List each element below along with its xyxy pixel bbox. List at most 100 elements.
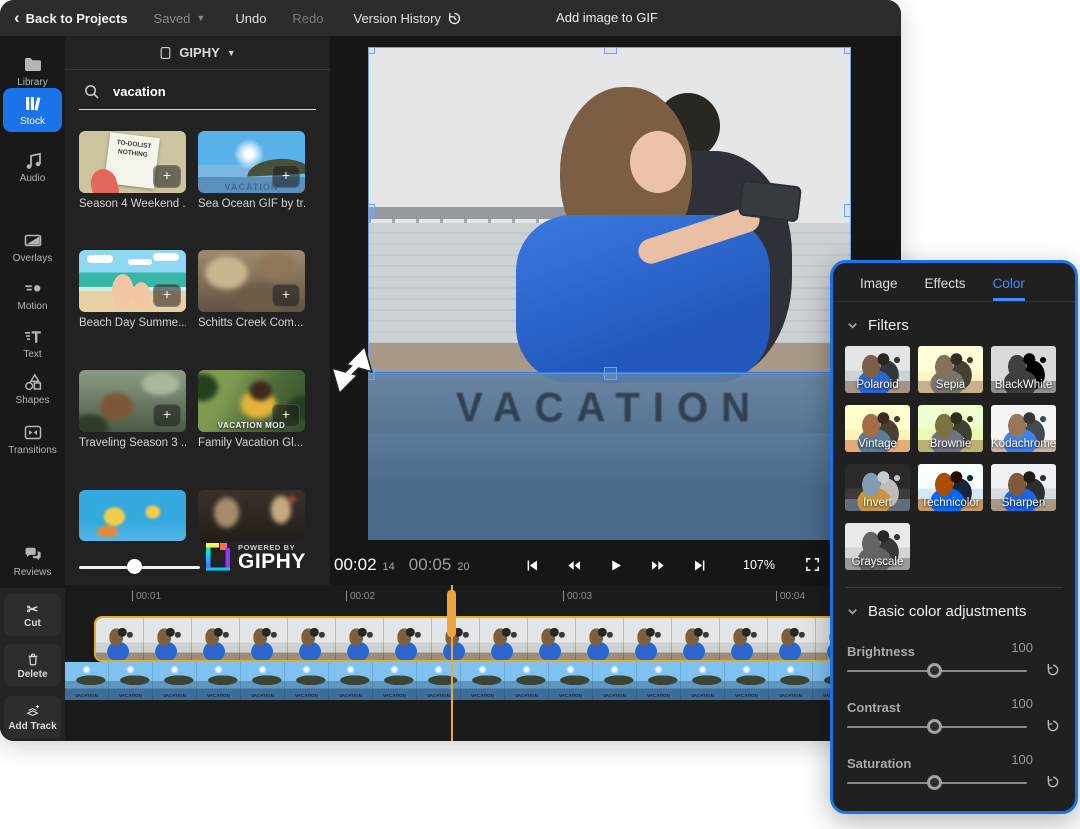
- sidebar-item-stock[interactable]: Stock: [3, 88, 62, 132]
- stock-source-dropdown[interactable]: GIPHY ▼: [65, 36, 330, 70]
- gif-card[interactable]: VACATION MOD + Family Vacation Gl...: [198, 370, 305, 449]
- contrast-slider-knob[interactable]: [927, 719, 942, 734]
- filmstrip-frame: [624, 618, 672, 660]
- sidebar-item-audio[interactable]: Audio: [0, 144, 65, 184]
- time-display: 00:02 14 00:05 20: [334, 545, 470, 585]
- gif-card[interactable]: + Traveling Season 3 ...: [79, 370, 186, 449]
- brightness-reset-button[interactable]: [1045, 662, 1061, 678]
- gif-thumbnail: [79, 490, 186, 541]
- sidebar-item-transitions[interactable]: Transitions: [0, 416, 65, 456]
- playhead[interactable]: [447, 590, 456, 637]
- tool-label: Add Track: [8, 721, 56, 732]
- delete-button[interactable]: Delete: [4, 644, 61, 686]
- video-clip[interactable]: [94, 616, 838, 662]
- cut-button[interactable]: ✂ Cut: [4, 594, 61, 636]
- filter-brownie[interactable]: Brownie: [918, 405, 983, 452]
- gif-card[interactable]: + Schitts Creek Com...: [198, 250, 305, 329]
- zoom-level[interactable]: 107%: [743, 545, 775, 585]
- tab-color[interactable]: Color: [993, 276, 1025, 301]
- filter-polaroid[interactable]: Polaroid: [845, 346, 910, 393]
- gif-card-label: Schitts Creek Com...: [198, 317, 305, 329]
- undo-button[interactable]: Undo: [235, 11, 266, 26]
- sidebar-item-motion[interactable]: Motion: [0, 272, 65, 312]
- gif-card[interactable]: [79, 490, 186, 541]
- add-track-button[interactable]: Add Track: [4, 696, 61, 738]
- top-bar: ‹ Back to Projects Saved ▼ Undo Redo Ver…: [0, 0, 901, 36]
- gif-card[interactable]: [198, 490, 305, 541]
- saturation-reset-button[interactable]: [1045, 774, 1061, 790]
- brightness-slider-knob[interactable]: [927, 663, 942, 678]
- filmstrip-frame: [432, 618, 480, 660]
- books-icon: [23, 93, 43, 113]
- timeline[interactable]: 00:01 00:02 00:03 00:04 VACATION VACATIO…: [65, 585, 901, 741]
- gif-card[interactable]: + Beach Day Summe...: [79, 250, 186, 329]
- vacation-gif-overlay[interactable]: VACATION: [368, 372, 851, 540]
- gif-clip-frame: VACATION: [329, 662, 373, 700]
- gif-clip-frame: VACATION: [681, 662, 725, 700]
- gif-card[interactable]: VACATION + Sea Ocean GIF by tr...: [198, 131, 305, 210]
- caret-down-icon: ▼: [227, 48, 236, 58]
- rotate-handle-top-center[interactable]: [604, 47, 617, 54]
- rewind-button[interactable]: [566, 558, 581, 573]
- filter-sepia[interactable]: Sepia: [918, 346, 983, 393]
- scene-phone: [738, 179, 802, 222]
- sidebar-item-reviews[interactable]: Reviews: [0, 538, 65, 578]
- add-gif-button[interactable]: +: [153, 404, 181, 427]
- filter-vintage[interactable]: Vintage: [845, 405, 910, 452]
- filter-kodachrome[interactable]: Kodachrome: [991, 405, 1056, 452]
- filter-invert[interactable]: Invert: [845, 464, 910, 511]
- filter-blackwhite[interactable]: BlackWhite: [991, 346, 1056, 393]
- folder-icon: [23, 54, 43, 74]
- search-input[interactable]: [113, 84, 283, 99]
- back-to-projects-button[interactable]: ‹ Back to Projects: [14, 11, 128, 26]
- contrast-reset-button[interactable]: [1045, 718, 1061, 734]
- filmstrip-frame: [720, 618, 768, 660]
- gif-thumbnail: VACATION MOD +: [198, 370, 305, 432]
- add-gif-button[interactable]: +: [153, 165, 181, 188]
- skip-start-button[interactable]: [524, 558, 539, 573]
- giphy-brand-label: GIPHY: [238, 552, 306, 572]
- redo-button[interactable]: Redo: [292, 11, 323, 26]
- add-gif-button[interactable]: +: [272, 284, 300, 307]
- filter-sharpen[interactable]: Sharpen: [991, 464, 1056, 511]
- play-button[interactable]: [608, 558, 623, 573]
- add-gif-button[interactable]: +: [153, 284, 181, 307]
- skip-end-button[interactable]: [692, 558, 707, 573]
- filters-section-header[interactable]: Filters: [833, 302, 1075, 344]
- resize-handle-top-left[interactable]: [368, 47, 375, 54]
- adjustments-section-header[interactable]: Basic color adjustments: [833, 588, 1075, 630]
- filter-technicolor[interactable]: Technicolor: [918, 464, 983, 511]
- tab-effects[interactable]: Effects: [925, 276, 966, 301]
- saturation-slider-knob[interactable]: [927, 775, 942, 790]
- fast-forward-button[interactable]: [650, 558, 665, 573]
- trash-icon: [25, 651, 41, 667]
- gif-clip-frame: VACATION: [417, 662, 461, 700]
- brightness-label: Brightness: [847, 644, 915, 659]
- gif-doc-icon: [159, 46, 172, 60]
- sidebar-item-overlays[interactable]: Overlays: [0, 224, 65, 264]
- gif-clip-frame: VACATION: [637, 662, 681, 700]
- sidebar-item-library[interactable]: Library: [0, 48, 65, 88]
- resize-handle-top-right[interactable]: [844, 47, 851, 54]
- gif-card[interactable]: TO-DOLISTNOTHING + Season 4 Weekend ...: [79, 131, 186, 210]
- sidebar-item-shapes[interactable]: Shapes: [0, 366, 65, 406]
- gif-clip-frame: VACATION: [285, 662, 329, 700]
- filmstrip-frame: [288, 618, 336, 660]
- brightness-slider[interactable]: [847, 670, 1027, 672]
- sidebar-item-text[interactable]: Text: [0, 320, 65, 360]
- saturation-slider[interactable]: [847, 782, 1027, 784]
- resize-handle-mid-right[interactable]: [844, 204, 851, 217]
- tab-image[interactable]: Image: [860, 276, 898, 301]
- fullscreen-button[interactable]: [804, 556, 821, 573]
- video-canvas[interactable]: VACATION: [368, 47, 851, 540]
- filter-grayscale[interactable]: Grayscale: [845, 523, 910, 570]
- scissors-icon: ✂: [27, 602, 39, 616]
- sidebar-item-label: Shapes: [16, 395, 50, 406]
- add-gif-button[interactable]: +: [272, 165, 300, 188]
- saved-dropdown[interactable]: Saved ▼: [154, 11, 206, 26]
- thumbnail-size-slider[interactable]: [79, 559, 200, 575]
- chat-bubbles-icon: [23, 544, 43, 564]
- contrast-slider[interactable]: [847, 726, 1027, 728]
- version-history-button[interactable]: Version History: [354, 11, 462, 26]
- slider-knob[interactable]: [127, 559, 142, 574]
